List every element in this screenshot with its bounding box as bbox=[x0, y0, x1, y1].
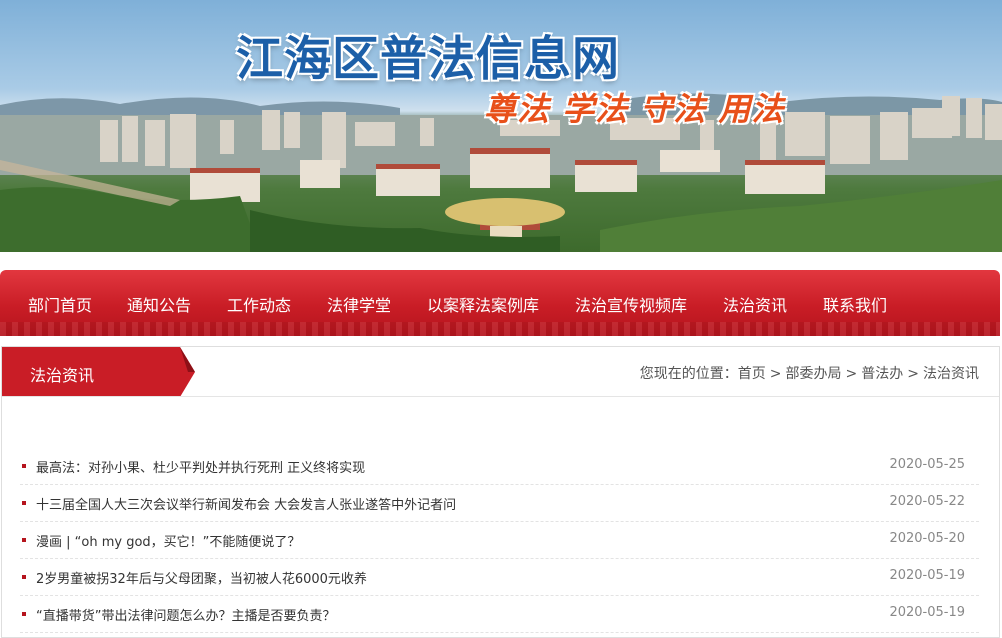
bullet-icon bbox=[22, 575, 26, 579]
main-nav: 部门首页 通知公告 工作动态 法律学堂 以案释法案例库 法治宣传视频库 法治资讯… bbox=[0, 270, 1000, 336]
breadcrumb-separator: > bbox=[907, 366, 919, 382]
nav-item-law-class[interactable]: 法律学堂 bbox=[327, 292, 391, 316]
list-item: “直播带货”带出法律问题怎么办？主播是否要负责？ 2020-05-19 bbox=[20, 596, 979, 633]
nav-item-home[interactable]: 部门首页 bbox=[28, 292, 92, 316]
news-date: 2020-05-19 bbox=[889, 568, 965, 583]
news-title-link[interactable]: “直播带货”带出法律问题怎么办？主播是否要负责？ bbox=[36, 605, 335, 624]
breadcrumb-legal-office[interactable]: 普法办 bbox=[861, 366, 903, 382]
list-item: 2岁男童被拐32年后与父母团聚，当初被人花6000元收养 2020-05-19 bbox=[20, 559, 979, 596]
breadcrumb-separator: > bbox=[769, 366, 782, 382]
news-title-link[interactable]: 十三届全国人大三次会议举行新闻发布会 大会发言人张业遂答中外记者问 bbox=[36, 494, 456, 513]
news-date: 2020-05-22 bbox=[889, 494, 965, 509]
nav-pattern bbox=[0, 322, 1000, 336]
nav-item-video-library[interactable]: 法治宣传视频库 bbox=[575, 292, 687, 316]
section-title: 法治资讯 bbox=[30, 366, 95, 385]
nav-item-law-news[interactable]: 法治资讯 bbox=[723, 292, 787, 316]
bullet-icon bbox=[22, 464, 26, 468]
breadcrumb: 您现在的位置：首页 > 部委办局 > 普法办 > 法治资讯 bbox=[640, 363, 979, 383]
list-item: 最高法：对孙小果、杜少平判处并执行死刑 正义终将实现 2020-05-25 bbox=[20, 448, 979, 485]
list-item: 漫画 | “oh my god，买它！”不能随便说了？ 2020-05-20 bbox=[20, 522, 979, 559]
news-date: 2020-05-25 bbox=[889, 457, 965, 472]
news-list: 最高法：对孙小果、杜少平判处并执行死刑 正义终将实现 2020-05-25 十三… bbox=[2, 448, 999, 633]
site-slogan: 尊法 学法 守法 用法 bbox=[484, 90, 785, 128]
news-title-link[interactable]: 漫画 | “oh my god，买它！”不能随便说了？ bbox=[36, 531, 300, 550]
news-title-link[interactable]: 最高法：对孙小果、杜少平判处并执行死刑 正义终将实现 bbox=[36, 457, 365, 476]
nav-item-contact[interactable]: 联系我们 bbox=[823, 292, 887, 316]
bullet-icon bbox=[22, 501, 26, 505]
news-date: 2020-05-20 bbox=[889, 531, 965, 546]
nav-item-notices[interactable]: 通知公告 bbox=[127, 292, 191, 316]
list-item: 十三届全国人大三次会议举行新闻发布会 大会发言人张业遂答中外记者问 2020-0… bbox=[20, 485, 979, 522]
news-title-link[interactable]: 2岁男童被拐32年后与父母团聚，当初被人花6000元收养 bbox=[36, 568, 367, 587]
nav-item-work-news[interactable]: 工作动态 bbox=[227, 292, 291, 316]
site-title: 江海区普法信息网 bbox=[236, 32, 620, 87]
bullet-icon bbox=[22, 538, 26, 542]
breadcrumb-prefix: 您现在的位置： bbox=[639, 366, 738, 382]
section-divider bbox=[2, 396, 999, 397]
news-date: 2020-05-19 bbox=[889, 605, 965, 620]
breadcrumb-home[interactable]: 首页 bbox=[738, 366, 766, 382]
header-banner: 江海区普法信息网 尊法 学法 守法 用法 bbox=[0, 0, 1002, 252]
content-panel: 法治资讯 您现在的位置：首页 > 部委办局 > 普法办 > 法治资讯 最高法：对孙小果、杜少… bbox=[1, 346, 1000, 638]
breadcrumb-separator: > bbox=[845, 366, 858, 382]
nav-item-case-library[interactable]: 以案释法案例库 bbox=[427, 292, 539, 316]
bullet-icon bbox=[22, 612, 26, 616]
breadcrumb-departments[interactable]: 部委办局 bbox=[786, 366, 842, 382]
breadcrumb-current[interactable]: 法治资讯 bbox=[923, 366, 979, 382]
section-tab: 法治资讯 bbox=[2, 347, 195, 397]
